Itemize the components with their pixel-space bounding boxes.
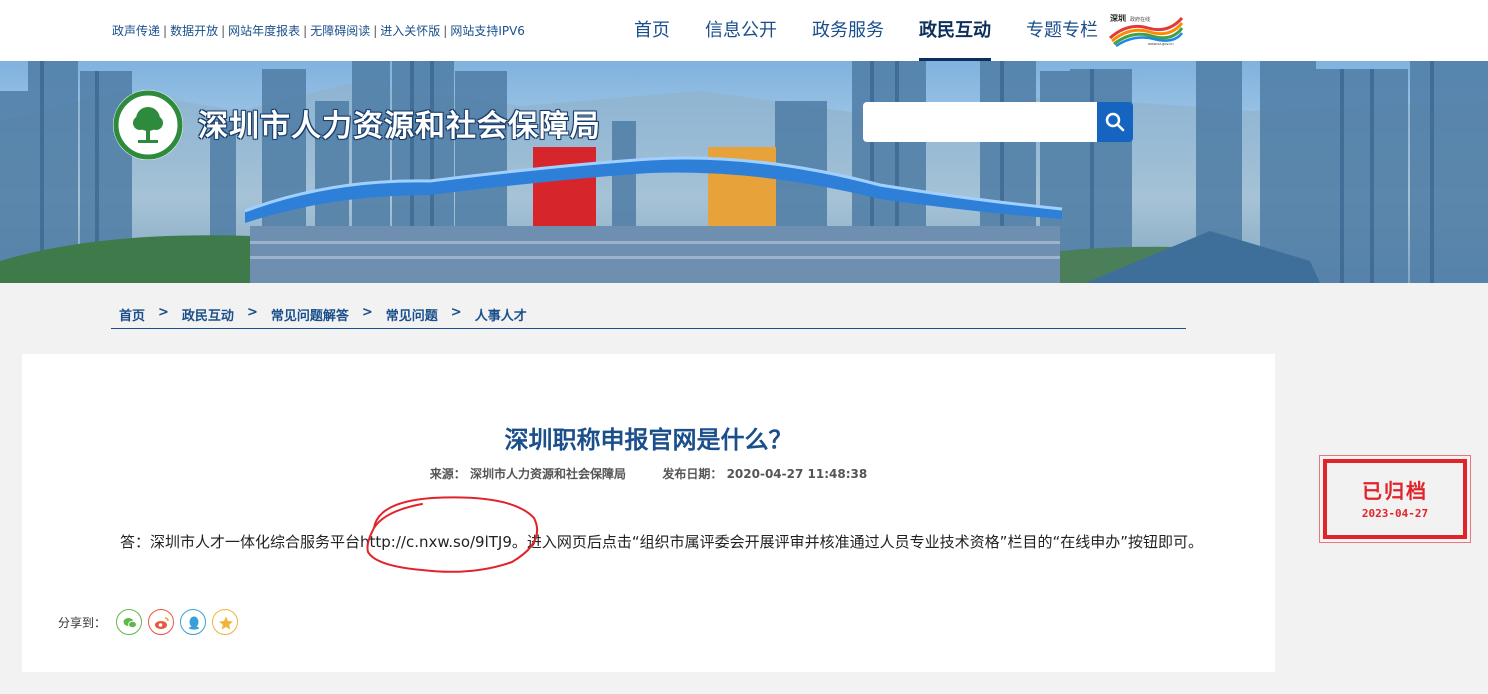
search-input[interactable] xyxy=(863,102,1097,142)
breadcrumb-separator: > xyxy=(246,305,258,320)
separator: | xyxy=(443,24,448,38)
link-accessibility[interactable]: 无障碍阅读 xyxy=(310,24,370,38)
shenzhen-china-logo[interactable]: 深圳 政府在线 www.sz.gov.cn xyxy=(1108,12,1184,48)
breadcrumb-home[interactable]: 首页 xyxy=(119,305,145,324)
search-button[interactable] xyxy=(1097,102,1133,142)
article-body: 答：深圳市人才一体化综合服务平台http://c.nxw.so/9lTJ9。进入… xyxy=(120,533,1203,551)
share-label: 分享到： xyxy=(58,615,107,630)
top-links: 政声传递 | 数据开放 | 网站年度报表 | 无障碍阅读 | 进入关怀版 | 网站支持IPV6 xyxy=(112,22,525,39)
breadcrumb: 首页 > 政民互动 > 常见问题解答 > 常见问题 > 人事人才 xyxy=(111,297,1186,329)
source-value: 深圳市人力资源和社会保障局 xyxy=(469,467,626,481)
nav-special-topics[interactable]: 专题专栏 xyxy=(1012,0,1112,61)
breadcrumb-faq[interactable]: 常见问题解答 xyxy=(271,305,349,324)
qq-icon[interactable] xyxy=(180,609,207,635)
weibo-icon[interactable] xyxy=(148,609,175,635)
nav-home[interactable]: 首页 xyxy=(620,0,684,61)
article-title: 深圳职称申报官网是什么？ xyxy=(504,426,793,454)
breadcrumb-separator: > xyxy=(158,305,169,320)
stamp-label: 已归档 xyxy=(1362,479,1428,503)
breadcrumb-common-questions[interactable]: 常见问题 xyxy=(386,305,438,324)
article-card: 深圳职称申报官网是什么？ 来源： 深圳市人力资源和社会保障局 发布日期： 202… xyxy=(22,354,1275,672)
svg-text:政府在线: 政府在线 xyxy=(1130,16,1150,23)
link-data-open[interactable]: 数据开放 xyxy=(170,24,218,38)
date-label: 发布日期： xyxy=(662,467,723,481)
nav-interaction[interactable]: 政民互动 xyxy=(905,0,1005,61)
top-bar: 政声传递 | 数据开放 | 网站年度报表 | 无障碍阅读 | 进入关怀版 | 网站支持IPV6 首页… xyxy=(0,0,1488,61)
svg-text:深圳: 深圳 xyxy=(1110,13,1126,23)
breadcrumb-separator: > xyxy=(361,305,373,320)
favorite-icon[interactable] xyxy=(212,609,239,635)
link-zhengsheng[interactable]: 政声传递 xyxy=(112,24,160,38)
separator: | xyxy=(373,24,378,38)
separator: | xyxy=(221,24,226,38)
nav-info-public[interactable]: 信息公开 xyxy=(691,0,791,61)
search-icon xyxy=(1105,112,1125,132)
tree-emblem-icon[interactable] xyxy=(112,89,184,161)
archived-stamp: 已归档 2023-04-27 xyxy=(1319,455,1471,543)
main-nav: 首页 信息公开 政务服务 政民互动 专题专栏 xyxy=(620,0,1119,61)
svg-text:www.sz.gov.cn: www.sz.gov.cn xyxy=(1148,42,1174,46)
site-title: 深圳市人力资源和社会保障局 xyxy=(198,109,601,144)
city-skyline-illustration xyxy=(0,61,1488,283)
wechat-icon[interactable] xyxy=(116,609,143,635)
share-bar: 分享到： xyxy=(58,609,239,635)
link-ipv6[interactable]: 网站支持IPV6 xyxy=(450,24,525,38)
link-annual-report[interactable]: 网站年度报表 xyxy=(228,24,300,38)
separator: | xyxy=(303,24,308,38)
stamp-date: 2023-04-27 xyxy=(1361,507,1429,520)
breadcrumb-interaction[interactable]: 政民互动 xyxy=(182,305,234,324)
source-label: 来源： xyxy=(429,467,466,481)
breadcrumb-separator: > xyxy=(450,305,462,320)
link-care-version[interactable]: 进入关怀版 xyxy=(380,24,440,38)
nav-gov-services[interactable]: 政务服务 xyxy=(798,0,898,61)
breadcrumb-personnel-talent[interactable]: 人事人才 xyxy=(475,305,527,324)
date-value: 2020-04-27 11:48:38 xyxy=(726,467,868,481)
hero-banner: 深圳市人力资源和社会保障局 xyxy=(0,61,1488,283)
separator: | xyxy=(163,24,168,38)
article-meta: 来源： 深圳市人力资源和社会保障局 发布日期： 2020-04-27 11:48… xyxy=(22,465,1275,482)
